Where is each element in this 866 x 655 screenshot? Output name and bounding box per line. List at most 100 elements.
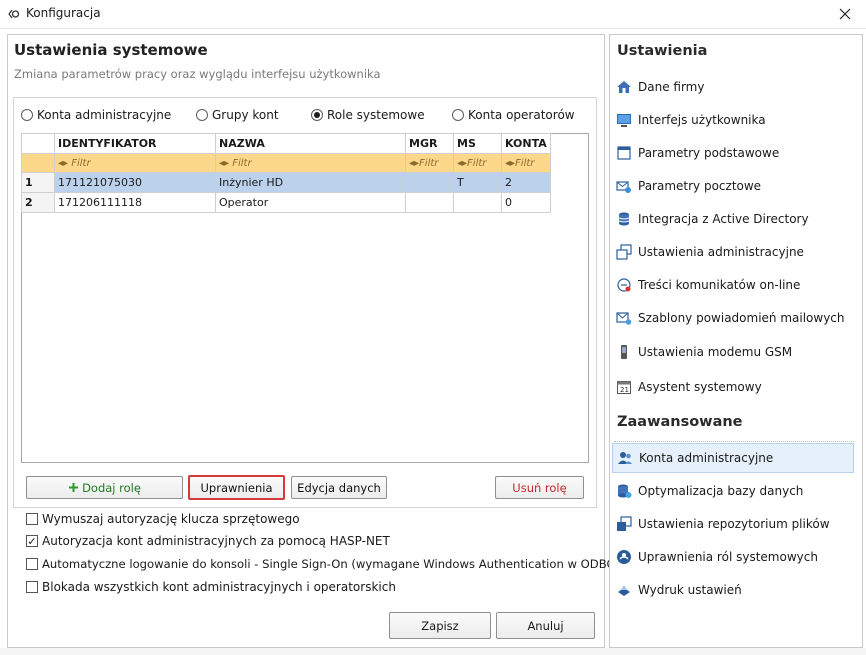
cell-mgr[interactable]: [405, 192, 454, 213]
sidebar-item-label: Parametry pocztowe: [638, 179, 762, 193]
filter-arrows-icon: ◂▸: [457, 157, 468, 169]
sidebar-item-label: Uprawnienia ról systemowych: [638, 550, 818, 564]
cell-name[interactable]: Inżynier HD: [215, 172, 406, 193]
sidebar-item-label: Optymalizacja bazy danych: [638, 484, 804, 498]
page-title: Ustawienia systemowe: [14, 41, 208, 59]
grid-header-row: IDENTYFIKATOR NAZWA MGR MS KONTA: [21, 133, 551, 154]
radio-admin-accounts[interactable]: Konta administracyjne: [21, 106, 171, 124]
grid-filter-row: ◂▸ Filtr ◂▸ Filtr ◂▸Filtr ◂▸Filtr ◂▸Filt…: [21, 153, 551, 173]
radio-label: Grupy kont: [212, 108, 279, 122]
title-bar: Konfiguracja: [0, 0, 866, 29]
radio-account-groups[interactable]: Grupy kont: [196, 106, 279, 124]
sidebar-item-gsm-modem[interactable]: Ustawienia modemu GSM: [612, 337, 854, 367]
radio-system-roles[interactable]: Role systemowe: [311, 106, 425, 124]
sidebar-item-online-messages[interactable]: Treści komunikatów on-line: [612, 270, 854, 300]
database-optimize-icon: [618, 484, 632, 498]
filter-cell-ms[interactable]: ◂▸Filtr: [453, 153, 502, 173]
radio-label: Konta administracyjne: [37, 108, 172, 122]
monitor-icon: [617, 114, 631, 127]
sidebar-item-admin-settings[interactable]: Ustawienia administracyjne: [612, 237, 854, 267]
calendar-icon: 21: [617, 381, 631, 394]
sidebar-item-label: Ustawienia repozytorium plików: [638, 517, 830, 531]
column-header-ms[interactable]: MS: [453, 133, 502, 154]
cell-ms[interactable]: [453, 192, 502, 213]
cell-identifier[interactable]: 171121075030: [54, 172, 216, 193]
cell-identifier[interactable]: 171206111118: [54, 192, 216, 213]
sidebar-item-basic-parameters[interactable]: Parametry podstawowe: [612, 138, 854, 168]
radio-circle: [196, 109, 208, 121]
sidebar-item-company-data[interactable]: Dane firmy: [612, 72, 854, 102]
users-icon: [618, 452, 632, 464]
phone-icon: [621, 345, 627, 359]
window-bottom-edge: [0, 648, 866, 655]
column-header-name[interactable]: NAZWA: [215, 133, 406, 154]
sidebar-item-label: Ustawienia administracyjne: [638, 245, 804, 259]
filter-cell-mgr[interactable]: ◂▸Filtr: [405, 153, 454, 173]
filter-cell-accounts[interactable]: ◂▸Filtr: [501, 153, 551, 173]
sidebar-item-label: Parametry podstawowe: [638, 146, 780, 160]
row-number: 2: [21, 192, 55, 213]
sidebar-section-advanced-title: Zaawansowane: [617, 414, 743, 430]
sidebar-item-print-settings[interactable]: Wydruk ustawień: [612, 575, 854, 605]
sidebar-item-mail-parameters[interactable]: Parametry pocztowe: [612, 171, 854, 201]
column-header-mgr[interactable]: MGR: [405, 133, 454, 154]
filter-cell-identifier[interactable]: ◂▸ Filtr: [54, 153, 216, 173]
sidebar-item-label: Interfejs użytkownika: [638, 113, 766, 127]
checkbox-box: [26, 558, 38, 570]
column-header-accounts[interactable]: KONTA: [501, 133, 551, 154]
column-header-identifier[interactable]: IDENTYFIKATOR: [54, 133, 216, 154]
sidebar-item-user-interface[interactable]: Interfejs użytkownika: [612, 105, 854, 135]
mail-settings-icon: [616, 181, 631, 193]
roles-icon: [617, 550, 631, 564]
cell-ms[interactable]: T: [453, 172, 502, 193]
cancel-button[interactable]: Anuluj: [496, 612, 595, 639]
filter-arrows-icon: ◂▸: [505, 157, 516, 169]
sidebar-item-system-assistant[interactable]: 21 Asystent systemowy: [612, 372, 854, 402]
checkbox-block-all-accounts[interactable]: Blokada wszystkich kont administracyjnyc…: [26, 578, 396, 596]
sidebar-item-label: Ustawienia modemu GSM: [638, 345, 793, 359]
sidebar-item-role-permissions[interactable]: Uprawnienia ról systemowych: [612, 542, 854, 572]
cell-accounts[interactable]: 0: [501, 192, 551, 213]
edit-data-button[interactable]: Edycja danych: [291, 476, 387, 499]
remove-role-button[interactable]: Usuń rolę: [495, 476, 584, 499]
sidebar-item-label: Szablony powiadomień mailowych: [638, 311, 845, 325]
sidebar-item-db-optimization[interactable]: Optymalizacja bazy danych: [612, 476, 854, 506]
home-icon: [617, 81, 631, 93]
checkbox-label: Wymuszaj autoryzację klucza sprzętowego: [42, 512, 300, 526]
checkbox-hasp-net[interactable]: ✓ Autoryzacja kont administracyjnych za …: [26, 532, 390, 550]
sidebar-item-label: Konta administracyjne: [639, 451, 774, 465]
close-button[interactable]: [826, 1, 864, 27]
radio-circle: [311, 109, 323, 121]
sidebar-item-file-repository[interactable]: Ustawienia repozytorium plików: [612, 509, 854, 539]
radio-label: Role systemowe: [327, 108, 425, 122]
table-row[interactable]: 2 171206111118 Operator 0: [21, 192, 551, 213]
checkbox-label: Autoryzacja kont administracyjnych za po…: [42, 534, 390, 548]
radio-operator-accounts[interactable]: Konta operatorów: [452, 106, 575, 124]
cell-mgr[interactable]: [405, 172, 454, 193]
cell-name[interactable]: Operator: [215, 192, 406, 213]
checkbox-label: Automatyczne logowanie do konsoli - Sing…: [42, 557, 620, 571]
save-button[interactable]: Zapisz: [389, 612, 491, 639]
windows-stack-icon: [616, 244, 632, 260]
filter-arrows-icon: ◂▸: [219, 157, 230, 169]
plus-icon: [69, 483, 79, 492]
sidebar-item-admin-accounts[interactable]: Konta administracyjne: [612, 443, 854, 473]
sidebar-item-mail-templates[interactable]: Szablony powiadomień mailowych: [612, 303, 854, 333]
sidebar-item-active-directory[interactable]: Integracja z Active Directory: [612, 204, 854, 234]
table-row[interactable]: 1 171121075030 Inżynier HD T 2: [21, 172, 551, 193]
checkmark-icon: ✓: [27, 534, 37, 548]
checkbox-single-sign-on[interactable]: Automatyczne logowanie do konsoli - Sing…: [26, 555, 619, 573]
sidebar-item-label: Treści komunikatów on-line: [638, 278, 801, 292]
close-icon: [839, 8, 851, 20]
print-icon: [618, 585, 630, 596]
sidebar-divider: [614, 441, 854, 442]
checkbox-hardware-key[interactable]: Wymuszaj autoryzację klucza sprzętowego: [26, 510, 300, 528]
filter-arrows-icon: ◂▸: [409, 157, 420, 169]
sidebar-item-label: Wydruk ustawień: [638, 583, 742, 597]
cell-accounts[interactable]: 2: [501, 172, 551, 193]
filter-cell-name[interactable]: ◂▸ Filtr: [215, 153, 406, 173]
add-role-button[interactable]: Dodaj rolę: [26, 476, 183, 499]
permissions-button[interactable]: Uprawnienia: [188, 475, 285, 500]
radio-circle: [452, 109, 464, 121]
app-icon: [8, 9, 20, 19]
